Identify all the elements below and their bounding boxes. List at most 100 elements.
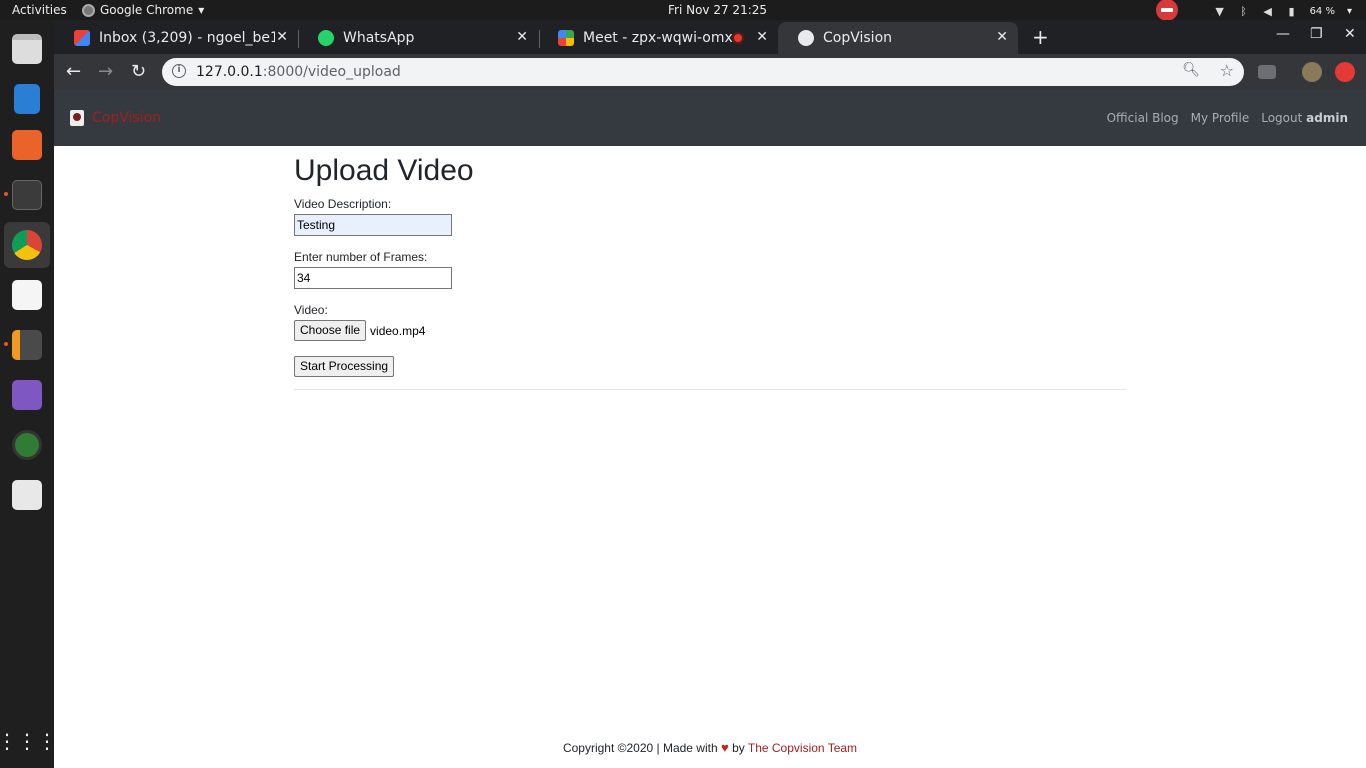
frames-input[interactable] (294, 267, 452, 289)
reload-icon[interactable]: ↻ (131, 61, 146, 82)
clock[interactable]: Fri Nov 27 21:25 (668, 3, 767, 17)
extension-icon[interactable] (1258, 65, 1276, 79)
zoom-icon[interactable]: 🔍︎ (1182, 62, 1200, 78)
dock: ⋮⋮⋮ (0, 20, 57, 768)
description-group: Video Description: (294, 197, 1126, 236)
tab-gmail[interactable]: Inbox (3,209) - ngoel_be17 ✕ (54, 22, 298, 54)
description-label: Video Description: (294, 197, 392, 211)
sublime-launcher[interactable] (4, 322, 50, 368)
tab-whatsapp[interactable]: WhatsApp ✕ (298, 22, 538, 54)
chrome-icon (12, 230, 42, 260)
editor-launcher[interactable] (4, 272, 50, 318)
page-title: Upload Video (294, 154, 474, 187)
battery-percent: 64 % (1309, 6, 1335, 17)
description-input[interactable] (294, 214, 452, 236)
browser-toolbar: ← → ↻ i 127.0.0.1:8000/video_upload 🔍︎ ☆ (54, 54, 1366, 90)
document-icon (14, 84, 40, 114)
brand-name: CopVision (92, 110, 162, 126)
system-top-bar: Activities Google Chrome ▾ Fri Nov 27 21… (0, 0, 1366, 21)
do-not-disturb-icon[interactable] (1155, 0, 1178, 21)
username: admin (1306, 111, 1348, 125)
url-path: :8000/video_upload (262, 64, 401, 80)
app-menu-label: Google Chrome (100, 3, 194, 17)
new-tab-button[interactable]: + (1032, 25, 1049, 49)
team-link[interactable]: The Copvision Team (748, 741, 857, 755)
update-icon[interactable] (1335, 62, 1355, 82)
activities-button[interactable]: Activities (12, 3, 67, 17)
start-processing-button[interactable]: Start Processing (294, 356, 395, 377)
camera-launcher[interactable] (4, 422, 50, 468)
frames-group: Enter number of Frames: (294, 250, 1126, 289)
tab-title: Meet - zpx-wqwi-omx (583, 30, 733, 46)
maximize-icon[interactable]: ❐ (1310, 26, 1323, 42)
files-launcher[interactable] (4, 26, 50, 72)
tab-meet[interactable]: Meet - zpx-wqwi-omx ✕ (538, 22, 778, 54)
url-host: 127.0.0.1 (196, 64, 263, 80)
site-footer: Copyright ©2020 | Made with ♥ by The Cop… (54, 740, 1366, 755)
profile-avatar[interactable] (1302, 62, 1322, 82)
recording-icon (732, 32, 744, 44)
wifi-icon: ▼ (1215, 4, 1224, 18)
tab-strip: Inbox (3,209) - ngoel_be17 ✕ WhatsApp ✕ … (54, 20, 1366, 54)
store-icon (12, 130, 42, 160)
back-arrow-icon[interactable]: ← (66, 61, 81, 82)
chevron-down-icon: ▾ (1346, 6, 1352, 17)
camera-icon (12, 430, 42, 460)
video-group: Video: Choose file video.mp4 (294, 303, 1126, 341)
tab-copvision[interactable]: CopVision ✕ (778, 22, 1018, 54)
file-picker: Choose file video.mp4 (294, 320, 1126, 341)
show-apps-button[interactable]: ⋮⋮⋮ (0, 718, 57, 764)
chevron-down-icon: ▾ (198, 3, 205, 17)
search-launcher[interactable] (4, 472, 50, 518)
site-navbar: CopVision Official Blog My Profile Logou… (54, 90, 1366, 146)
system-tray[interactable]: ▼ ᛒ ◀ ▮ 64 % ▾ (1155, 0, 1352, 21)
volume-icon: ◀ (1263, 4, 1272, 18)
close-icon[interactable]: ✕ (276, 29, 288, 45)
url-text[interactable]: 127.0.0.1:8000/video_upload (196, 64, 401, 80)
logout-link[interactable]: Logout admin (1261, 111, 1348, 125)
heart-icon: ♥ (721, 740, 729, 755)
network-icon (12, 380, 42, 410)
official-blog-link[interactable]: Official Blog (1107, 111, 1179, 125)
close-icon[interactable]: ✕ (996, 29, 1008, 45)
footer-copyright: Copyright ©2020 | Made with (562, 741, 718, 755)
frames-label: Enter number of Frames: (294, 250, 428, 264)
close-icon[interactable]: ✕ (756, 29, 768, 45)
site-brand[interactable]: CopVision (70, 110, 161, 126)
meet-icon (558, 30, 574, 46)
minimize-icon[interactable]: — (1276, 26, 1290, 42)
brand-logo-icon (70, 110, 84, 126)
choose-file-button[interactable]: Choose file (294, 320, 367, 341)
web-page: CopVision Official Blog My Profile Logou… (54, 90, 1366, 768)
tor-launcher[interactable] (4, 372, 50, 418)
software-launcher[interactable] (4, 122, 50, 168)
magnifier-icon (12, 480, 42, 510)
terminal-icon (12, 180, 42, 210)
address-bar[interactable]: i 127.0.0.1:8000/video_upload 🔍︎ ☆ (162, 58, 1244, 86)
bookmark-star-icon[interactable]: ☆ (1220, 61, 1234, 80)
writer-launcher[interactable] (4, 76, 50, 122)
terminal-launcher[interactable] (4, 172, 50, 218)
video-label: Video: (294, 303, 328, 317)
globe-icon (798, 30, 814, 46)
logout-label: Logout (1261, 111, 1303, 125)
close-icon[interactable]: ✕ (516, 29, 528, 45)
divider (294, 389, 1126, 390)
site-nav-links: Official Blog My Profile Logout admin (1107, 111, 1348, 125)
upload-form-container: Upload Video Video Description: Enter nu… (294, 154, 1126, 390)
forward-arrow-icon[interactable]: → (98, 61, 113, 82)
footer-by: by (732, 741, 745, 755)
gmail-icon (74, 30, 90, 46)
my-profile-link[interactable]: My Profile (1191, 111, 1250, 125)
battery-icon: ▮ (1288, 4, 1295, 18)
tab-title: CopVision (823, 30, 893, 46)
selected-file-name: video.mp4 (370, 323, 426, 338)
app-menu[interactable]: Google Chrome ▾ (82, 3, 204, 17)
folder-icon (12, 34, 42, 64)
app-grid-icon: ⋮⋮⋮ (0, 729, 57, 753)
pencil-icon (12, 280, 42, 310)
chrome-launcher[interactable] (4, 222, 50, 268)
info-icon[interactable]: i (172, 64, 186, 78)
window-close-icon[interactable]: ✕ (1344, 26, 1356, 42)
whatsapp-icon (318, 30, 334, 46)
